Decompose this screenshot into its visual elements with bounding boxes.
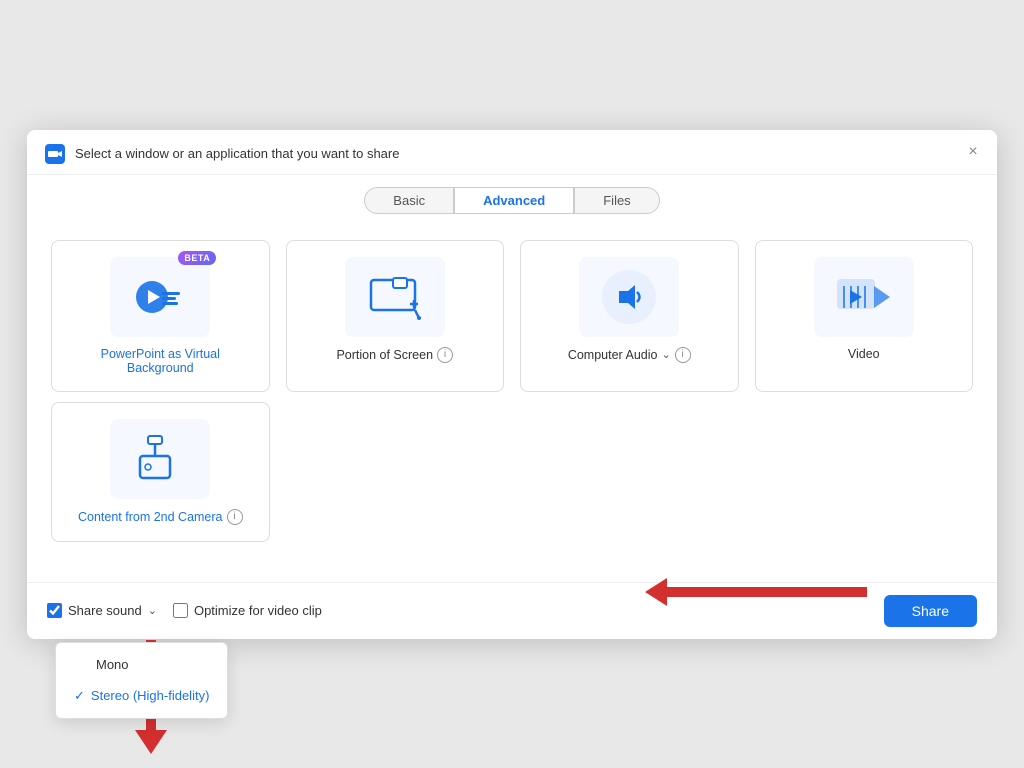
cards-row1: BETA PowerPoint as Virtual Background: [27, 224, 997, 402]
dropdown-mono[interactable]: Mono: [56, 649, 227, 680]
portion-info-icon[interactable]: i: [437, 347, 453, 363]
portion-icon-wrapper: [345, 257, 445, 337]
tab-basic[interactable]: Basic: [364, 187, 454, 214]
spacer: [27, 552, 997, 582]
share-sound-label[interactable]: Share sound ⌄: [47, 603, 157, 618]
camera-label: Content from 2nd Camera i: [78, 509, 243, 525]
audio-icon: [614, 282, 644, 312]
audio-info-icon[interactable]: i: [675, 347, 691, 363]
arrow-head-down: [135, 730, 167, 754]
share-sound-chevron[interactable]: ⌄: [148, 604, 157, 617]
video-icon: [834, 272, 894, 322]
tab-advanced[interactable]: Advanced: [454, 187, 574, 214]
share-sound-checkbox[interactable]: [47, 603, 62, 618]
dialog-title: Select a window or an application that y…: [75, 146, 979, 161]
camera-icon-wrapper: [110, 419, 210, 499]
powerpoint-icon-wrapper: BETA: [110, 257, 210, 337]
powerpoint-icon: [130, 270, 190, 324]
video-icon-wrapper: [814, 257, 914, 337]
share-dialog: Select a window or an application that y…: [27, 130, 997, 639]
cards-row2: Content from 2nd Camera i: [27, 402, 997, 552]
share-sound-dropdown: Mono ✓ Stereo (High-fidelity): [55, 642, 228, 719]
bottom-bar: Share sound ⌄ Optimize for video clip Sh…: [27, 582, 997, 639]
card-audio[interactable]: Computer Audio ⌄ i: [520, 240, 739, 392]
powerpoint-label: PowerPoint as Virtual Background: [68, 347, 253, 375]
beta-badge: BETA: [178, 251, 216, 265]
portion-icon: [363, 270, 427, 324]
close-button[interactable]: ×: [963, 142, 983, 162]
portion-label: Portion of Screen i: [336, 347, 453, 363]
card-powerpoint[interactable]: BETA PowerPoint as Virtual Background: [51, 240, 270, 392]
camera-info-icon[interactable]: i: [227, 509, 243, 525]
card-camera[interactable]: Content from 2nd Camera i: [51, 402, 270, 542]
audio-circle: [602, 270, 656, 324]
card-portion[interactable]: Portion of Screen i: [286, 240, 505, 392]
share-button[interactable]: Share: [884, 595, 977, 627]
camera-icon: [130, 432, 190, 486]
zoom-logo: [45, 144, 65, 164]
tab-files[interactable]: Files: [574, 187, 659, 214]
optimize-checkbox[interactable]: [173, 603, 188, 618]
check-icon: ✓: [74, 688, 85, 704]
card-video[interactable]: Video: [755, 240, 974, 392]
dialog-header: Select a window or an application that y…: [27, 130, 997, 175]
audio-label: Computer Audio ⌄ i: [568, 347, 691, 363]
audio-chevron-icon[interactable]: ⌄: [661, 348, 670, 361]
dropdown-stereo[interactable]: ✓ Stereo (High-fidelity): [56, 680, 227, 712]
audio-icon-wrapper: [579, 257, 679, 337]
optimize-label[interactable]: Optimize for video clip: [173, 603, 322, 618]
video-label: Video: [848, 347, 880, 361]
tab-bar: Basic Advanced Files: [27, 175, 997, 224]
